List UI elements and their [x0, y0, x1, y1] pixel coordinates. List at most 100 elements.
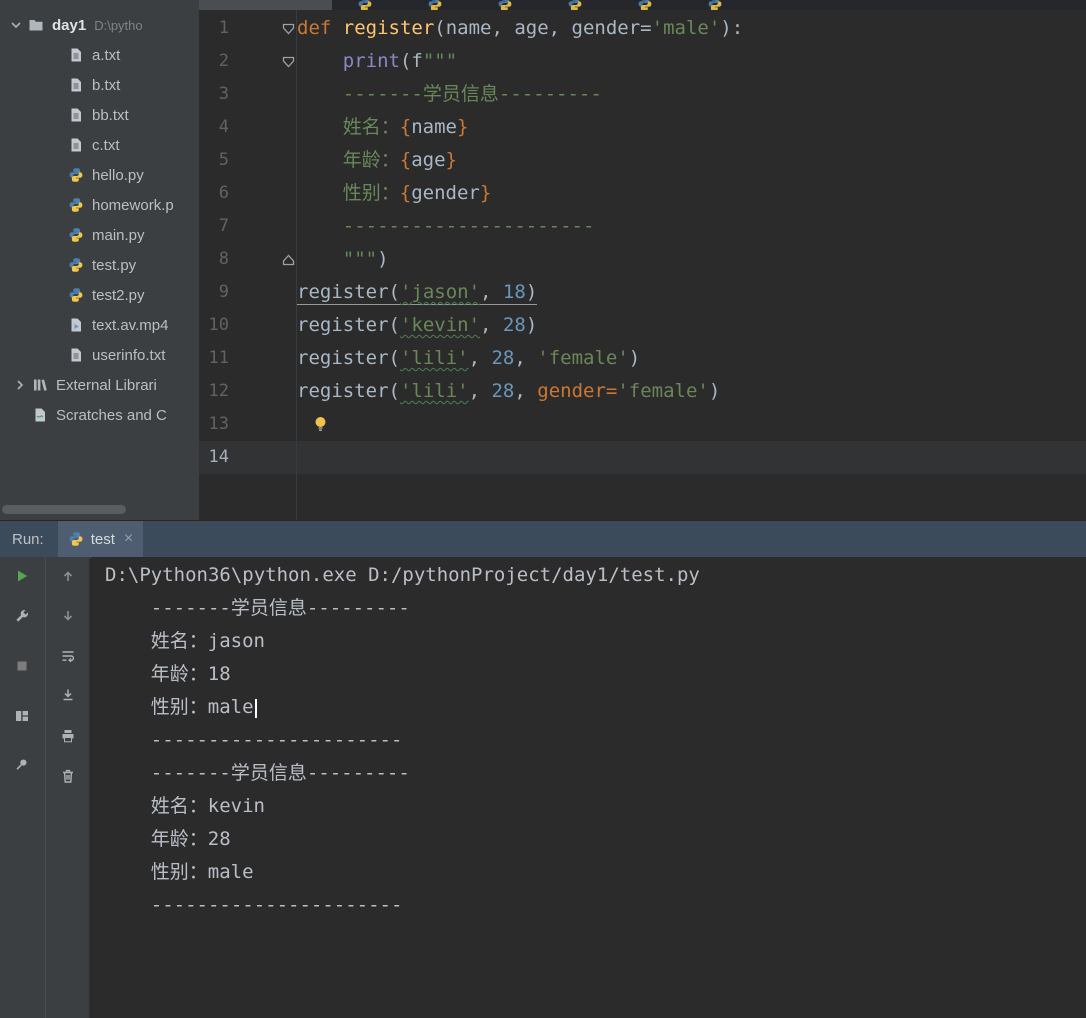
- project-tree-item[interactable]: test2.py: [0, 280, 199, 310]
- project-tree-item[interactable]: test.py: [0, 250, 199, 280]
- intention-bulb-icon[interactable]: [312, 415, 329, 433]
- text-file-icon: [68, 77, 84, 93]
- hidden-tab-python-file-icon: [637, 0, 652, 10]
- code-line-10[interactable]: register('kevin', 28): [297, 309, 537, 342]
- text-file-icon: [68, 107, 84, 123]
- code-line-9[interactable]: register('jason', 18): [297, 276, 538, 309]
- hidden-tab-python-file-icon: [497, 0, 512, 10]
- folder-icon: [28, 17, 44, 33]
- settings-icon: [14, 608, 30, 629]
- project-tree-item[interactable]: text.av.mp4: [0, 310, 199, 340]
- soft-wrap-button[interactable]: [50, 640, 86, 676]
- text-file-icon: [68, 47, 84, 63]
- line-number: 5: [218, 150, 229, 170]
- project-tree-item[interactable]: userinfo.txt: [0, 340, 199, 370]
- tree-item-label: homework.p: [92, 196, 174, 214]
- code-line-2[interactable]: print(f""": [297, 45, 457, 78]
- scratches-icon: [32, 407, 48, 423]
- text-caret: [254, 699, 257, 718]
- line-number: 13: [208, 414, 229, 434]
- chevron-right-icon: [12, 377, 28, 393]
- tree-node-label: External Librari: [56, 376, 157, 394]
- hidden-tab-python-file-icon: [707, 0, 722, 10]
- project-tool-window: day1 D:\pytho a.txt b.txt bb.txt c.txt hello.p…: [0, 0, 199, 520]
- settings-button[interactable]: [4, 600, 40, 636]
- console-line: ----------------------: [105, 894, 403, 916]
- project-tree-item[interactable]: homework.p: [0, 190, 199, 220]
- line-number: 10: [208, 315, 229, 335]
- project-tree-item[interactable]: b.txt: [0, 70, 199, 100]
- code-line-1[interactable]: def register(name, age, gender='male'):: [297, 12, 743, 45]
- tree-item-label: main.py: [92, 226, 145, 244]
- run-tab-test[interactable]: test ×: [57, 520, 144, 558]
- project-tree-node[interactable]: External Librari: [0, 370, 199, 400]
- scroll-to-end-button[interactable]: [50, 679, 86, 715]
- run-console: D:\Python36\python.exe D:/pythonProject/…: [0, 557, 1086, 1018]
- hidden-tab-python-file-icon: [567, 0, 582, 10]
- code-line-8[interactable]: """): [297, 243, 389, 276]
- project-tree-item[interactable]: hello.py: [0, 160, 199, 190]
- rerun-button[interactable]: [4, 560, 40, 596]
- stop-button[interactable]: [4, 650, 40, 686]
- line-number: 9: [218, 282, 229, 302]
- run-tool-window-header: Run: test ×: [0, 520, 1086, 558]
- fold-start-icon[interactable]: [281, 45, 295, 78]
- pin-button[interactable]: [4, 749, 40, 785]
- media-file-icon: [68, 317, 84, 333]
- fold-start-icon[interactable]: [281, 12, 295, 45]
- python-file-icon: [68, 227, 84, 243]
- project-tree-item[interactable]: c.txt: [0, 130, 199, 160]
- run-label: Run:: [12, 530, 44, 548]
- run-tab-title: test: [90, 530, 115, 548]
- text-file-icon: [68, 137, 84, 153]
- editor-tabbar-strip: [199, 0, 1086, 10]
- up-button[interactable]: [50, 560, 86, 596]
- project-root-item[interactable]: day1 D:\pytho: [0, 10, 199, 40]
- restore-layout-button[interactable]: [4, 700, 40, 736]
- line-number: 1: [218, 18, 229, 38]
- code-editor[interactable]: 1 2 3 4 5 6 7 8 9 10 11 12 13 14 def register(name, a…: [199, 10, 1086, 520]
- project-tree-node[interactable]: Scratches and C: [0, 400, 199, 430]
- run-console-output[interactable]: D:\Python36\python.exe D:/pythonProject/…: [91, 557, 1086, 1018]
- tree-item-label: a.txt: [92, 46, 121, 64]
- pycharm-window: day1 D:\pytho a.txt b.txt bb.txt c.txt hello.p…: [0, 0, 1086, 1018]
- clear-button[interactable]: [50, 760, 86, 796]
- line-number: 12: [208, 381, 229, 401]
- project-root-path: D:\pytho: [94, 17, 143, 33]
- tree-item-label: c.txt: [92, 136, 120, 154]
- line-number: 7: [218, 216, 229, 236]
- code-line-4[interactable]: 姓名：{name}: [297, 111, 469, 144]
- python-file-icon: [68, 197, 84, 213]
- code-line-6[interactable]: 性别：{gender}: [297, 177, 492, 210]
- console-line: ----------------------: [105, 729, 403, 751]
- project-tree-item[interactable]: main.py: [0, 220, 199, 250]
- code-line-11[interactable]: register('lili', 28, 'female'): [297, 342, 640, 375]
- code-line-12[interactable]: register('lili', 28, gender='female'): [297, 375, 720, 408]
- code-line-7[interactable]: ----------------------: [297, 210, 595, 243]
- print-button[interactable]: [50, 720, 86, 756]
- code-line-3[interactable]: -------学员信息---------: [297, 78, 602, 111]
- project-tree-item[interactable]: a.txt: [0, 40, 199, 70]
- project-root-name: day1: [52, 16, 87, 34]
- run-toolbar-left-column: [0, 557, 44, 1018]
- scroll-to-end-icon: [60, 687, 76, 708]
- close-tab-icon[interactable]: ×: [124, 531, 133, 547]
- python-file-icon: [68, 167, 84, 183]
- chevron-down-icon: [8, 17, 24, 33]
- active-editor-tab[interactable]: [199, 0, 332, 10]
- soft-wrap-icon: [60, 648, 76, 669]
- tree-item-label: text.av.mp4: [92, 316, 169, 334]
- project-tree: day1 D:\pytho a.txt b.txt bb.txt c.txt hello.p…: [0, 10, 199, 430]
- hidden-tab-python-file-icon: [427, 0, 442, 10]
- line-number: 8: [218, 249, 229, 269]
- project-tree-item[interactable]: bb.txt: [0, 100, 199, 130]
- libraries-icon: [32, 377, 48, 393]
- down-button[interactable]: [50, 600, 86, 636]
- console-line: 年龄：18: [105, 663, 231, 685]
- fold-end-icon[interactable]: [281, 243, 295, 276]
- up-icon: [60, 568, 76, 589]
- project-horizontal-scrollbar[interactable]: [2, 505, 126, 514]
- python-file-icon: [68, 257, 84, 273]
- current-line-highlight: [199, 441, 1086, 474]
- code-line-5[interactable]: 年龄：{age}: [297, 144, 457, 177]
